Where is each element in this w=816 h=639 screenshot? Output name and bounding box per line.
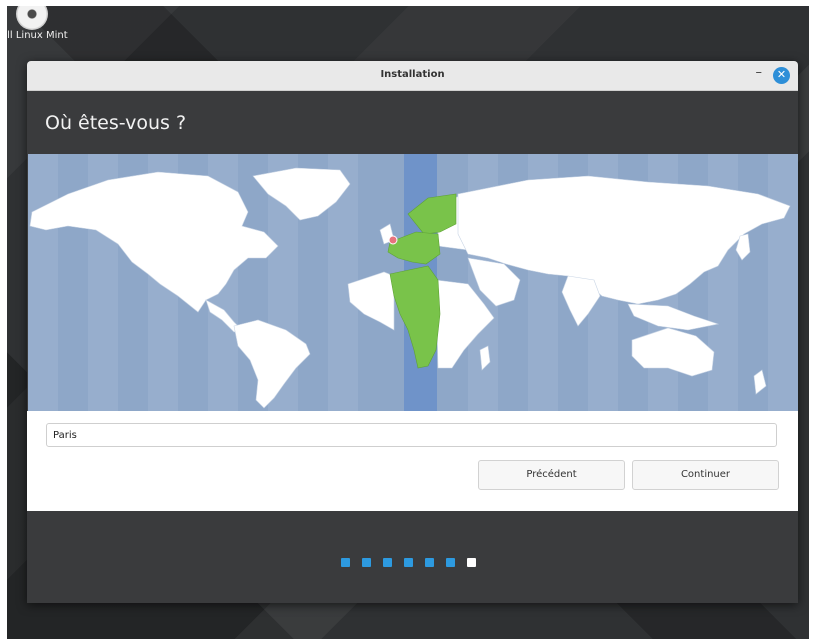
step-dot <box>362 558 371 567</box>
desktop: all Linux Mint Installation – ✕ Où êtes-… <box>7 6 809 639</box>
step-dot <box>341 558 350 567</box>
location-panel: Précédent Continuer <box>27 411 798 511</box>
disc-icon <box>16 6 48 30</box>
step-dot <box>383 558 392 567</box>
minimize-button[interactable]: – <box>756 65 763 80</box>
southeast-asia-shape <box>627 303 720 331</box>
desktop-icon-label: all Linux Mint <box>7 30 68 41</box>
previous-button[interactable]: Précédent <box>478 460 625 490</box>
step-dot <box>404 558 413 567</box>
timezone-map[interactable] <box>28 154 798 411</box>
step-indicator <box>341 552 476 567</box>
progress-footer <box>27 511 798 603</box>
close-button[interactable]: ✕ <box>773 67 790 84</box>
page-title: Où êtes-vous ? <box>45 112 187 134</box>
title-bar[interactable]: Installation – ✕ <box>27 61 798 91</box>
page-header: Où êtes-vous ? <box>27 91 798 154</box>
location-marker-icon <box>388 235 398 245</box>
install-linux-mint-desktop-icon[interactable]: all Linux Mint <box>7 6 68 46</box>
window-title: Installation <box>380 69 445 80</box>
step-dot <box>425 558 434 567</box>
step-dot <box>446 558 455 567</box>
continue-button[interactable]: Continuer <box>632 460 779 490</box>
world-map-svg <box>28 154 798 411</box>
installer-window: Installation – ✕ Où êtes-vous ? Paris Pr… <box>27 61 798 603</box>
new-zealand-shape <box>753 369 767 395</box>
south-america-shape <box>233 319 311 409</box>
central-africa-shape <box>389 265 441 369</box>
step-dot-current <box>467 558 476 567</box>
city-input[interactable] <box>46 423 777 447</box>
australia-shape <box>631 327 715 377</box>
